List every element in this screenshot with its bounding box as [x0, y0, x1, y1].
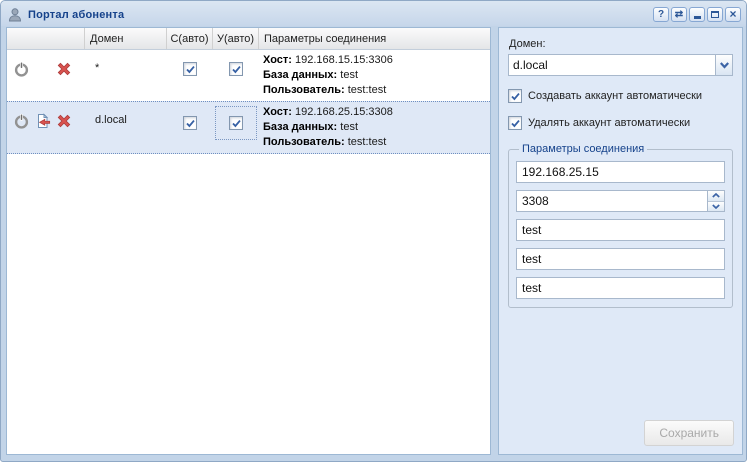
port-stepper [516, 190, 725, 212]
create-account-auto-label: Создавать аккаунт автоматически [528, 90, 703, 102]
close-icon[interactable]: × [725, 7, 741, 22]
connection-params: Хост: 192.168.25.15:3308 База данных: te… [259, 102, 490, 153]
port-field[interactable] [516, 190, 725, 212]
portal-window: Портал абонента ? ⇄ × Домен С(авто) У(ав… [0, 0, 747, 462]
create-account-auto-checkbox[interactable] [508, 89, 522, 103]
titlebar[interactable]: Портал абонента ? ⇄ × [1, 1, 746, 26]
domains-grid: Домен С(авто) У(авто) Параметры соединен… [6, 27, 491, 455]
domain-cell: * [95, 62, 100, 74]
row-actions [7, 102, 85, 153]
table-row[interactable]: d.local Хост: 192.168.25.15:3308 База да… [7, 101, 490, 154]
delete-auto-checkbox[interactable] [229, 116, 243, 130]
delete-account-auto-row[interactable]: Удалять аккаунт автоматически [508, 116, 733, 130]
window-tools: ? ⇄ × [653, 7, 741, 22]
create-account-auto-row[interactable]: Создавать аккаунт автоматически [508, 89, 733, 103]
connection-params-fieldset: Параметры соединения [508, 143, 733, 308]
create-auto-cell [167, 102, 213, 153]
header-params[interactable]: Параметры соединения [259, 28, 490, 49]
delete-auto-cell [213, 50, 259, 101]
row-actions [7, 50, 85, 101]
user-field[interactable] [516, 248, 725, 270]
power-icon[interactable] [11, 113, 32, 131]
revert-changes-icon[interactable] [32, 113, 53, 131]
header-create-auto[interactable]: С(авто) [167, 28, 213, 49]
host-value: 192.168.15.15:3306 [295, 54, 393, 66]
domain-combobox-input[interactable] [509, 55, 715, 75]
domain-combobox [508, 54, 733, 76]
user-label: Пользователь: [263, 84, 345, 96]
db-label: База данных: [263, 121, 338, 133]
minimize-icon[interactable] [689, 7, 705, 22]
host-value: 192.168.25.15:3308 [295, 106, 393, 118]
host-label: Хост: [263, 106, 292, 118]
domain-form: Домен: Создавать аккаунт автоматически У… [498, 27, 743, 455]
maximize-icon[interactable] [707, 7, 723, 22]
host-field[interactable] [516, 161, 725, 183]
delete-account-auto-checkbox[interactable] [508, 116, 522, 130]
chevron-down-icon[interactable] [715, 55, 732, 75]
spinner-down-icon[interactable] [708, 201, 724, 211]
save-button[interactable]: Сохранить [644, 420, 734, 446]
help-icon[interactable]: ? [653, 7, 669, 22]
spinner-up-icon[interactable] [708, 191, 724, 202]
connection-params-legend: Параметры соединения [522, 143, 645, 155]
password-field[interactable] [516, 277, 725, 299]
domain-cell: d.local [95, 114, 127, 126]
delete-account-auto-label: Удалять аккаунт автоматически [528, 117, 691, 129]
icon-spacer [32, 61, 53, 79]
delete-auto-checkbox[interactable] [229, 62, 243, 76]
delete-icon[interactable] [53, 113, 74, 131]
user-icon [7, 7, 23, 23]
user-value: test:test [347, 84, 387, 96]
create-auto-cell [167, 50, 213, 101]
table-row[interactable]: * Хост: 192.168.15.15:3306 База данных: … [7, 50, 490, 101]
user-value: test:test [347, 136, 387, 148]
database-field[interactable] [516, 219, 725, 241]
delete-icon[interactable] [53, 61, 74, 79]
header-actions[interactable] [7, 28, 85, 49]
focused-cell-outline [215, 106, 257, 140]
power-icon[interactable] [11, 61, 32, 79]
refresh-icon[interactable]: ⇄ [671, 7, 687, 22]
window-title: Портал абонента [28, 8, 125, 21]
header-delete-auto[interactable]: У(авто) [213, 28, 259, 49]
create-auto-checkbox[interactable] [183, 62, 197, 76]
db-label: База данных: [263, 69, 338, 81]
grid-header: Домен С(авто) У(авто) Параметры соединен… [7, 28, 490, 50]
host-label: Хост: [263, 54, 292, 66]
db-value: test [340, 69, 359, 81]
create-auto-checkbox[interactable] [183, 116, 197, 130]
delete-auto-cell [213, 102, 259, 153]
domain-label: Домен: [509, 38, 546, 50]
connection-params: Хост: 192.168.15.15:3306 База данных: te… [259, 50, 490, 101]
user-label: Пользователь: [263, 136, 345, 148]
header-domain[interactable]: Домен [85, 28, 167, 49]
db-value: test [340, 121, 359, 133]
port-spinner [707, 191, 724, 211]
